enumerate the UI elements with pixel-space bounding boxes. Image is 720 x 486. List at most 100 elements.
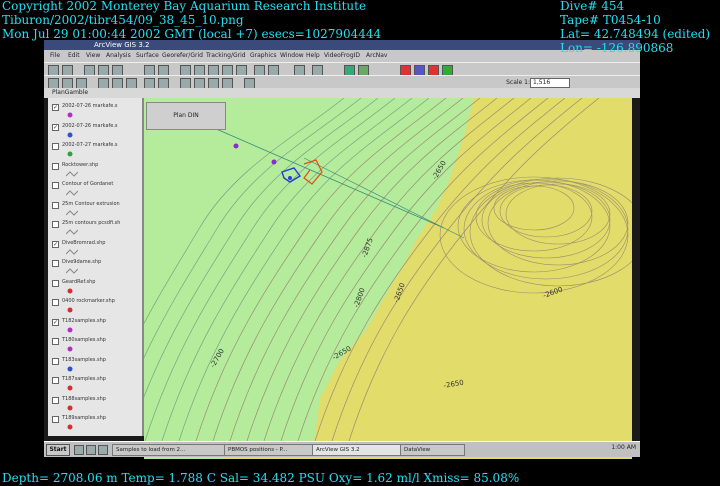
sensor-readout: Depth= 2708.06 m Temp= 1.788 C Sal= 34.4… <box>2 471 520 485</box>
quicklaunch-icon-3[interactable] <box>98 445 108 455</box>
layer-checkbox[interactable] <box>52 162 59 170</box>
layer-symbol-icon <box>66 327 76 333</box>
layer-symbol-icon <box>66 346 76 352</box>
toc-layer[interactable]: ✓ 2002-07-26 markafe.s <box>52 102 140 122</box>
layer-label: 2002-07-26 markafe.s <box>62 103 118 109</box>
window-title-bar: ArcView GIS 3.2 <box>44 40 640 50</box>
layer-symbol-icon <box>66 132 76 138</box>
layer-checkbox[interactable] <box>52 396 59 404</box>
layer-checkbox[interactable] <box>52 416 59 423</box>
layer-symbol-icon <box>65 268 79 274</box>
quicklaunch-icon-2[interactable] <box>86 445 96 455</box>
layer-checkbox[interactable] <box>52 299 59 306</box>
taskbar-item-pbmos[interactable]: PBMOS positions - P... <box>224 444 313 456</box>
layer-checkbox[interactable] <box>52 279 59 287</box>
taskbar-item-dataview[interactable]: DataView <box>400 444 465 456</box>
taskbar-item-arcview[interactable]: ArcView GIS 3.2 <box>312 444 401 456</box>
layer-label: Dive9dame.shp <box>62 259 102 265</box>
layer-checkbox[interactable] <box>52 357 59 365</box>
toc-layer[interactable]: T180samples.shp <box>52 336 140 356</box>
menu-analysis[interactable]: Analysis <box>106 52 131 59</box>
survey-line <box>213 127 445 229</box>
taskbar: Start Samples to load from 2... PBMOS po… <box>44 441 640 457</box>
layer-checkbox[interactable]: ✓ <box>52 104 59 111</box>
map-view[interactable]: -2650 -2875 -2800 -2650 -2700 -2650 -2650 -2600 <box>144 98 632 441</box>
layer-checkbox[interactable] <box>52 338 59 345</box>
layer-checkbox[interactable]: ✓ <box>52 240 59 248</box>
scale-label: Scale 1: <box>506 79 530 86</box>
toc-layer[interactable]: 0400 rockmarker.shp <box>52 297 140 317</box>
toc-layer[interactable]: Contour of Gordanet <box>52 180 140 200</box>
tool-bar: Scale 1: 1,516 <box>44 75 640 89</box>
menu-view[interactable]: View <box>86 52 100 59</box>
layer-checkbox[interactable]: ✓ <box>52 318 59 326</box>
menu-videofrogid[interactable]: VideoFrogID <box>324 52 360 59</box>
layer-label: Rocktower.shp <box>62 161 99 168</box>
layer-checkbox[interactable]: ✓ <box>52 123 59 131</box>
sample-point-2 <box>271 159 277 165</box>
start-button[interactable]: Start <box>46 444 70 456</box>
layer-label: T183samples.shp <box>62 356 106 363</box>
monitor-screen: ArcView GIS 3.2 File Edit View Analysis … <box>44 40 640 459</box>
contour-label: -2700 <box>209 347 226 369</box>
button-bar <box>44 62 640 76</box>
menu-georefer[interactable]: Georefer/Grid <box>162 52 203 59</box>
toc-layer[interactable]: Rocktower.shp <box>52 161 140 181</box>
menu-window[interactable]: Window <box>280 52 304 59</box>
toc-layer[interactable]: T189samples.shp <box>52 414 140 434</box>
layer-symbol-icon <box>65 248 79 255</box>
layer-label: 2002-07-27 markafe.s <box>62 142 118 148</box>
sample-point-3 <box>288 176 292 180</box>
layer-label: DiveBromrad.shp <box>62 239 106 246</box>
menu-arcnav[interactable]: ArcNav <box>366 52 387 59</box>
layer-label: T180samples.shp <box>62 337 106 343</box>
menu-edit[interactable]: Edit <box>68 52 80 59</box>
table-of-contents: ✓ 2002-07-26 markafe.s ✓ 2002-07-26 markafe… <box>48 98 144 436</box>
layer-checkbox[interactable] <box>52 182 59 189</box>
toc-layer[interactable]: 25m Contour extrusion <box>52 200 140 220</box>
bathymetry-map: -2650-2875-2800 -2650-2700 -2650-2650-2600 <box>144 98 632 441</box>
view-title-bar: PlanGamble <box>44 88 640 98</box>
taskbar-item-samples[interactable]: Samples to load from 2... <box>112 444 225 456</box>
toc-layer[interactable]: GeardRef.shp <box>52 278 140 298</box>
toc-layer[interactable]: ✓ T182samples.shp <box>52 317 140 337</box>
layer-checkbox[interactable] <box>52 143 59 150</box>
layer-symbol-icon <box>65 190 79 196</box>
toc-layer[interactable]: ✓ DiveBromrad.shp <box>52 239 140 259</box>
layer-symbol-icon <box>66 307 76 313</box>
menu-help[interactable]: Help <box>306 52 320 59</box>
toc-layer[interactable]: Dive9dame.shp <box>52 258 140 278</box>
window-title: ArcView GIS 3.2 <box>94 41 150 49</box>
contour-label: -2875 <box>360 237 374 259</box>
menu-file[interactable]: File <box>50 52 60 59</box>
contour-label: -2650 <box>431 159 448 181</box>
quicklaunch-icon[interactable] <box>74 445 84 455</box>
menu-bar: File Edit View Analysis Surface Georefer… <box>44 50 640 62</box>
toc-layer[interactable]: 25m contours pcsdfi.sh <box>52 219 140 239</box>
layer-symbol-icon <box>65 170 79 177</box>
sample-point <box>233 143 239 149</box>
toc-layer[interactable]: 2002-07-27 markafe.s <box>52 141 140 161</box>
menu-surface[interactable]: Surface <box>136 52 159 59</box>
layer-checkbox[interactable] <box>52 377 59 384</box>
layer-symbol-icon <box>66 385 76 391</box>
toc-layer[interactable]: T183samples.shp <box>52 356 140 376</box>
menu-graphics[interactable]: Graphics <box>250 52 277 59</box>
layer-symbol-icon <box>66 424 76 430</box>
view-title: PlanGamble <box>52 89 89 96</box>
layer-checkbox[interactable] <box>52 260 59 267</box>
layer-checkbox[interactable] <box>52 201 59 209</box>
layer-symbol-icon <box>66 151 76 157</box>
filepath-text: Tiburon/2002/tibr454/09_38_45_10.png <box>2 13 244 27</box>
layer-checkbox[interactable] <box>52 221 59 228</box>
layer-symbol-icon <box>66 405 76 411</box>
toc-layer[interactable]: T188samples.shp <box>52 395 140 415</box>
toc-layer[interactable]: T187samples.shp <box>52 375 140 395</box>
layer-label: 0400 rockmarker.shp <box>62 298 115 304</box>
plan-button[interactable]: Plan DIN <box>146 102 226 130</box>
menu-tracking[interactable]: Tracking/Grid <box>206 52 246 59</box>
scale-input[interactable]: 1,516 <box>530 78 570 88</box>
layer-symbol-icon <box>66 112 76 118</box>
sample-track <box>303 159 323 185</box>
toc-layer[interactable]: ✓ 2002-07-26 markafe.s <box>52 122 140 142</box>
